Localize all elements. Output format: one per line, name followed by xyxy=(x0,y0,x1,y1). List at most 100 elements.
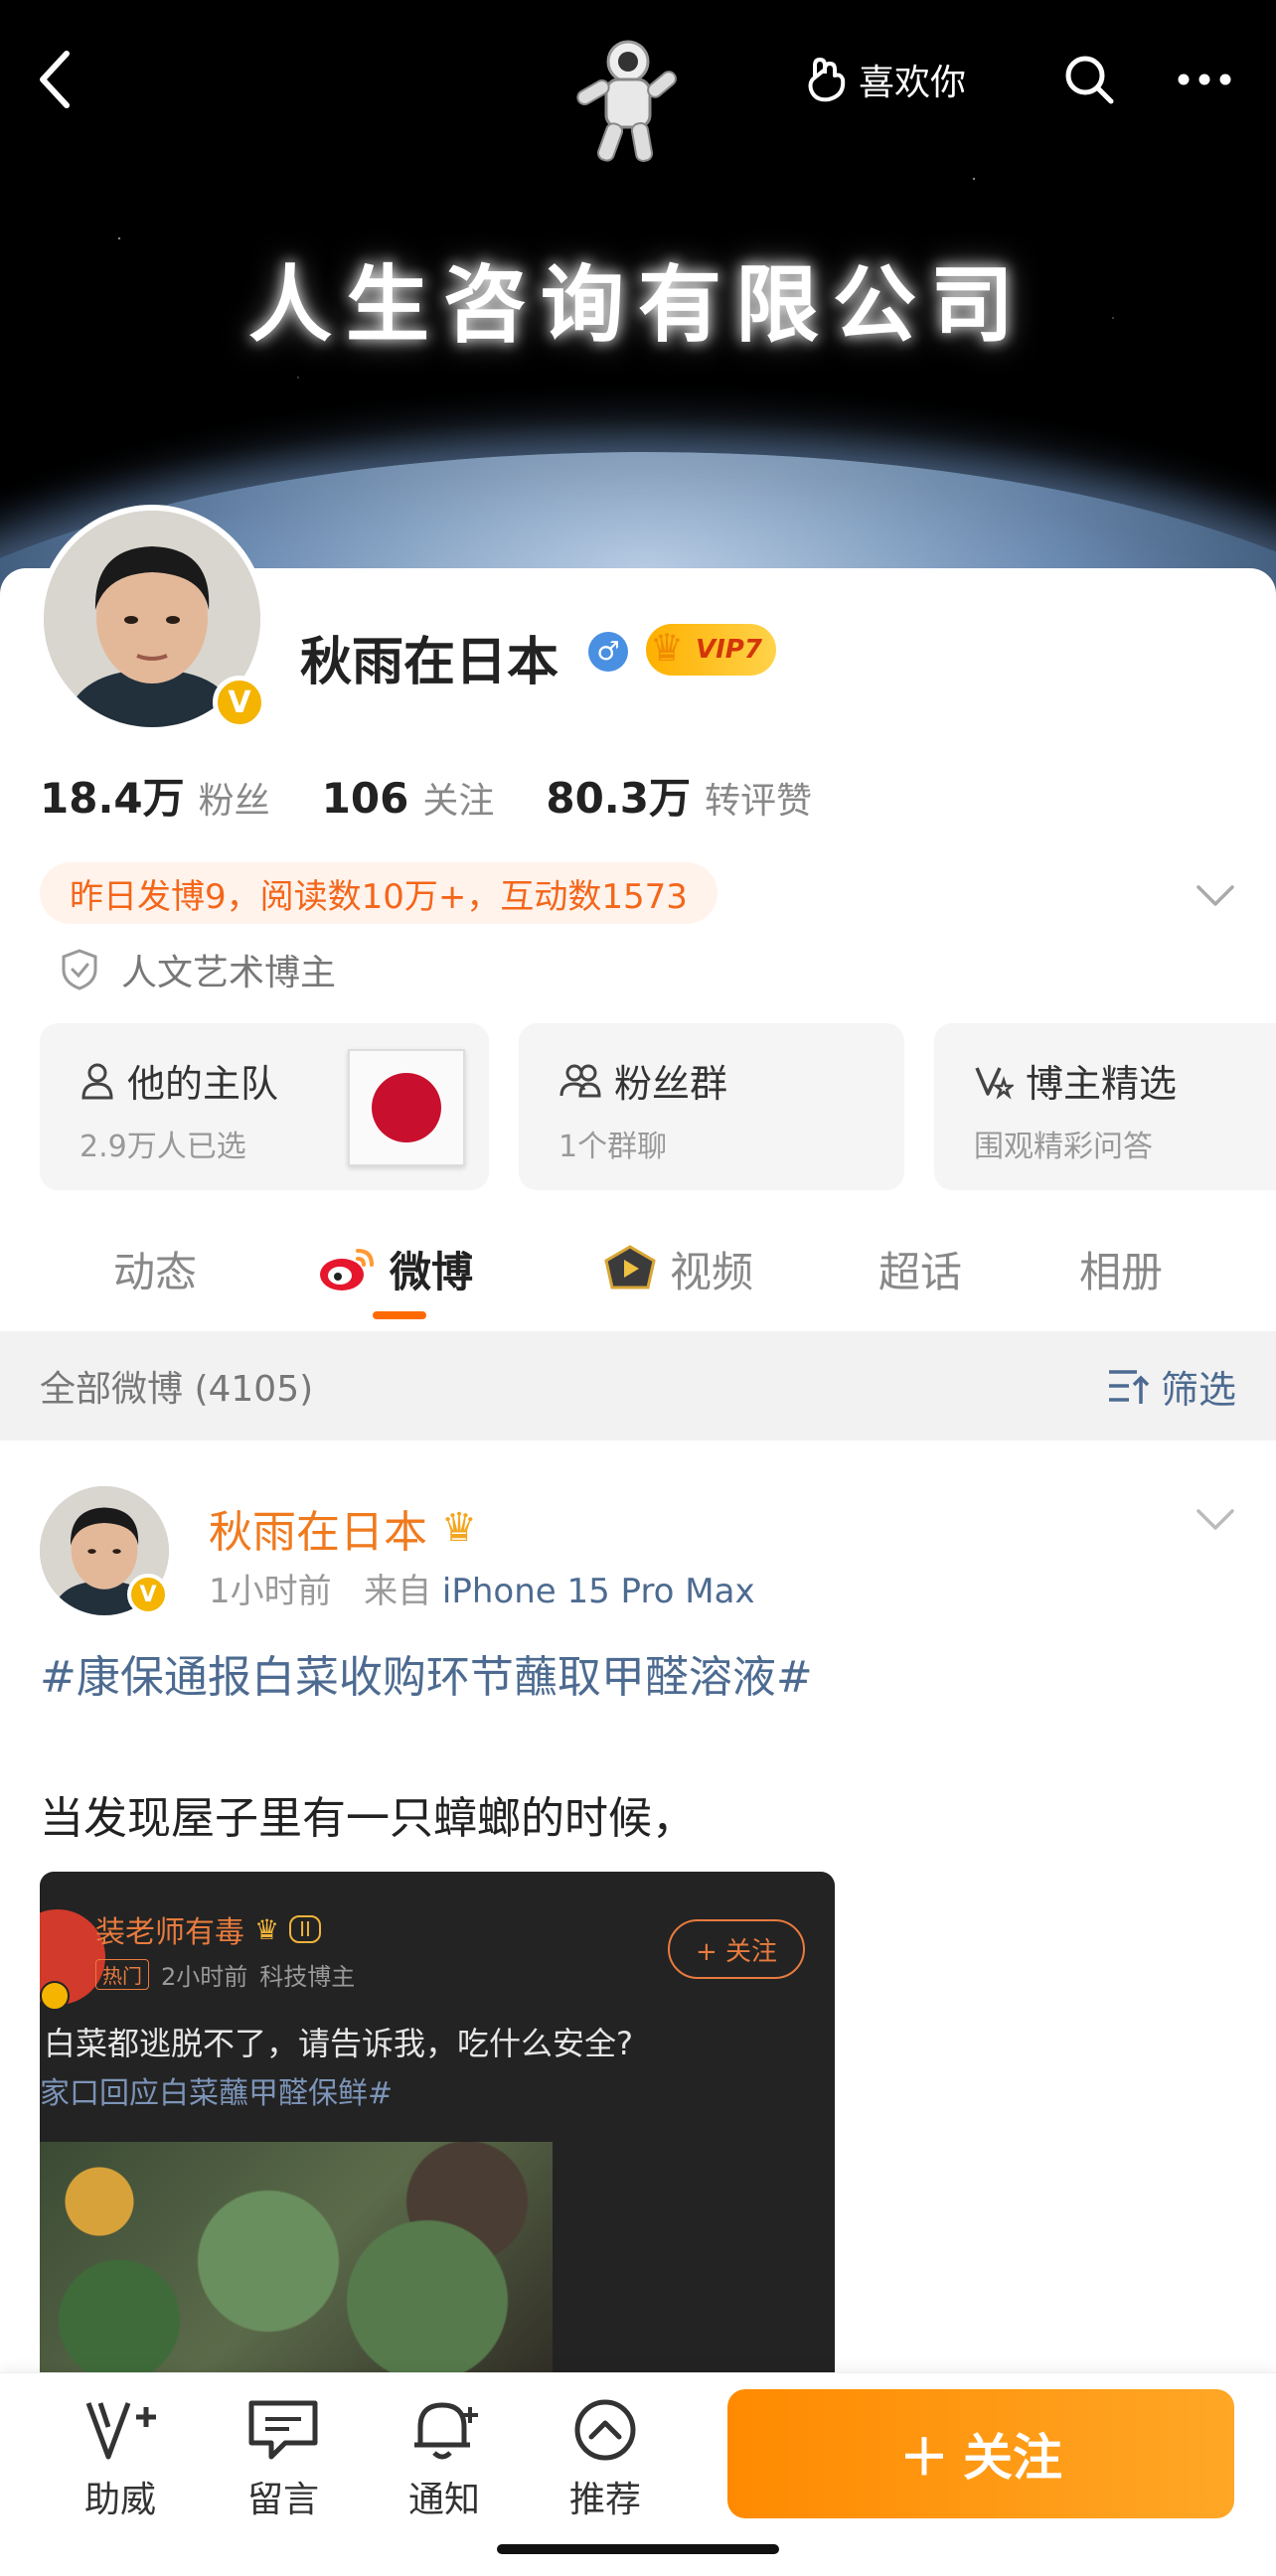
plus-icon: ＋ xyxy=(899,2429,949,2487)
active-tab-indicator xyxy=(373,1311,426,1319)
bottom-action-bar: 助威 留言 通知 推荐 ＋ 关注 xyxy=(0,2372,1276,2576)
post-author-name: 秋雨在日本 xyxy=(209,1507,427,1558)
post-author[interactable]: 秋雨在日本 ♛ xyxy=(209,1496,477,1560)
vip-badge[interactable]: ♛ VIP7 xyxy=(646,624,776,676)
weibo-post: V 秋雨在日本 ♛ 1小时前 来自 iPhone 15 Pro Max #康保通… xyxy=(0,1440,1276,2388)
tab-video[interactable]: 视频 xyxy=(602,1224,753,1313)
recommend-label: 推荐 xyxy=(568,2480,641,2520)
embed-meta: 热门 2小时前 科技博主 xyxy=(95,1957,355,1992)
team-card-title: 他的主队 xyxy=(127,1062,279,1106)
chevron-down-icon[interactable] xyxy=(1193,872,1238,918)
tab-label: 相册 xyxy=(1079,1247,1164,1296)
verified-badge-icon: V xyxy=(127,1574,169,1615)
tab-dynamic[interactable]: 动态 xyxy=(113,1224,197,1313)
filter-bar: 全部微博 (4105) 筛选 xyxy=(0,1331,1276,1440)
v-plus-icon xyxy=(85,2402,156,2460)
astronaut-icon xyxy=(576,40,677,162)
embed-follow-button: + 关注 xyxy=(668,1919,806,1979)
hot-tag: 热门 xyxy=(95,1959,149,1990)
filter-icon xyxy=(1108,1370,1150,1404)
notify-button[interactable]: 通知 xyxy=(380,2397,509,2522)
activity-summary[interactable]: 昨日发博9，阅读数10万+，互动数1573 xyxy=(40,862,718,924)
post-hashtag[interactable]: #康保通报白菜收购环节蘸取甲醛溶液# xyxy=(40,1641,813,1705)
video-play-icon xyxy=(604,1245,656,1289)
v-star-icon xyxy=(975,1066,1014,1100)
notify-label: 通知 xyxy=(407,2480,480,2520)
stat-number: 106 xyxy=(321,774,409,823)
chat-bubble-icon xyxy=(248,2400,318,2460)
weibo-logo-icon xyxy=(320,1249,374,1290)
hand-heart-icon xyxy=(808,58,846,102)
back-button[interactable] xyxy=(20,40,89,119)
profile-name: 秋雨在日本 xyxy=(300,633,559,692)
profile-card: V 秋雨在日本 ♂ ♛ VIP7 18.4万 粉丝 106 关注 80.3万 转… xyxy=(0,505,1276,1323)
chevron-left-icon xyxy=(40,51,70,108)
stat-following[interactable]: 106 关注 xyxy=(322,772,495,824)
profile-stats: 18.4万 粉丝 106 关注 80.3万 转评赞 xyxy=(40,765,812,826)
stat-label: 粉丝 xyxy=(198,781,270,822)
tab-album[interactable]: 相册 xyxy=(1079,1224,1163,1313)
embed-time: 2小时前 xyxy=(161,1963,248,1991)
japan-flag-icon xyxy=(348,1049,465,1166)
tab-label: 视频 xyxy=(670,1247,754,1296)
cabbage-field-photo xyxy=(40,2142,553,2388)
recommend-button[interactable]: 推荐 xyxy=(541,2397,670,2522)
featured-card[interactable]: 博主精选 围观精彩问答 xyxy=(934,1023,1276,1190)
more-dots-icon xyxy=(1178,74,1231,85)
team-card[interactable]: 他的主队 2.9万人已选 xyxy=(40,1023,489,1190)
post-text: 当发现屋子里有一只蟑螂的时候， xyxy=(40,1793,696,1844)
crown-icon: ♛ xyxy=(441,1505,477,1551)
embed-category: 科技博主 xyxy=(259,1963,356,1991)
tab-supertopic[interactable]: 超话 xyxy=(878,1224,962,1313)
stat-number: 80.3万 xyxy=(546,774,691,823)
embed-author-name: 装老师有毒 xyxy=(95,1915,244,1950)
cheer-button[interactable]: 助威 xyxy=(56,2397,185,2522)
message-button[interactable]: 留言 xyxy=(219,2397,348,2522)
banner-title: 人生咨询有限公司 xyxy=(247,255,1028,354)
card-title: 粉丝群 xyxy=(558,1053,904,1108)
feature-cards: 他的主队 2.9万人已选 粉丝群 1个群聊 博主精选 围观精彩问答 xyxy=(40,1023,1276,1190)
fan-group-sub: 1个群聊 xyxy=(558,1130,668,1164)
fan-group-card[interactable]: 粉丝群 1个群聊 xyxy=(519,1023,904,1190)
embed-text: 白菜都逃脱不了，请告诉我，吃什么安全? xyxy=(44,2025,633,2062)
message-label: 留言 xyxy=(246,2480,319,2520)
post-meta: 1小时前 来自 iPhone 15 Pro Max xyxy=(209,1564,755,1612)
stat-number: 18.4万 xyxy=(40,774,185,823)
shield-icon xyxy=(62,949,97,990)
tab-label: 超话 xyxy=(878,1247,963,1296)
stat-interactions[interactable]: 80.3万 转评赞 xyxy=(546,765,812,826)
person-icon xyxy=(81,1063,113,1099)
stat-label: 关注 xyxy=(422,781,495,822)
chevron-down-icon[interactable] xyxy=(1193,1496,1238,1542)
follow-button[interactable]: ＋ 关注 xyxy=(727,2389,1234,2518)
stat-label: 转评赞 xyxy=(704,781,812,822)
embed-level: II xyxy=(289,1915,321,1943)
profile-tabs: 动态 微博 视频 超话 相册 xyxy=(0,1224,1276,1333)
follow-label: 关注 xyxy=(963,2429,1062,2487)
like-you-label: 喜欢你 xyxy=(859,63,967,103)
cheer-label: 助威 xyxy=(83,2480,156,2520)
tab-weibo[interactable]: 微博 xyxy=(318,1224,473,1313)
crown-icon: ♛ xyxy=(650,626,685,670)
vip-label: VIP7 xyxy=(696,635,762,665)
male-gender-icon: ♂ xyxy=(588,632,628,672)
embedded-screenshot[interactable]: 装老师有毒 ♛ II 热门 2小时前 科技博主 + 关注 白菜都逃脱不了，请告诉… xyxy=(40,1872,835,2388)
featured-sub: 围观精彩问答 xyxy=(974,1130,1153,1164)
embed-author: 装老师有毒 ♛ II xyxy=(95,1907,321,1951)
crown-icon: ♛ xyxy=(254,1912,280,1946)
stat-fans[interactable]: 18.4万 粉丝 xyxy=(40,765,270,826)
group-icon xyxy=(559,1064,601,1097)
profile-avatar[interactable]: V xyxy=(38,505,266,733)
chevron-up-circle-icon xyxy=(574,2399,636,2461)
filter-label: 筛选 xyxy=(1160,1367,1236,1412)
featured-title: 博主精选 xyxy=(1026,1062,1178,1106)
more-options-button[interactable] xyxy=(1163,44,1246,115)
post-count: 全部微博 (4105) xyxy=(40,1369,314,1410)
search-button[interactable] xyxy=(1053,44,1125,115)
like-you-button[interactable]: 喜欢你 xyxy=(805,48,966,111)
filter-button[interactable]: 筛选 xyxy=(1107,1359,1236,1414)
post-device[interactable]: iPhone 15 Pro Max xyxy=(442,1572,755,1611)
post-from: 来自 xyxy=(364,1572,432,1611)
card-title: 博主精选 xyxy=(974,1053,1276,1108)
verified-badge-icon xyxy=(40,1981,70,2011)
